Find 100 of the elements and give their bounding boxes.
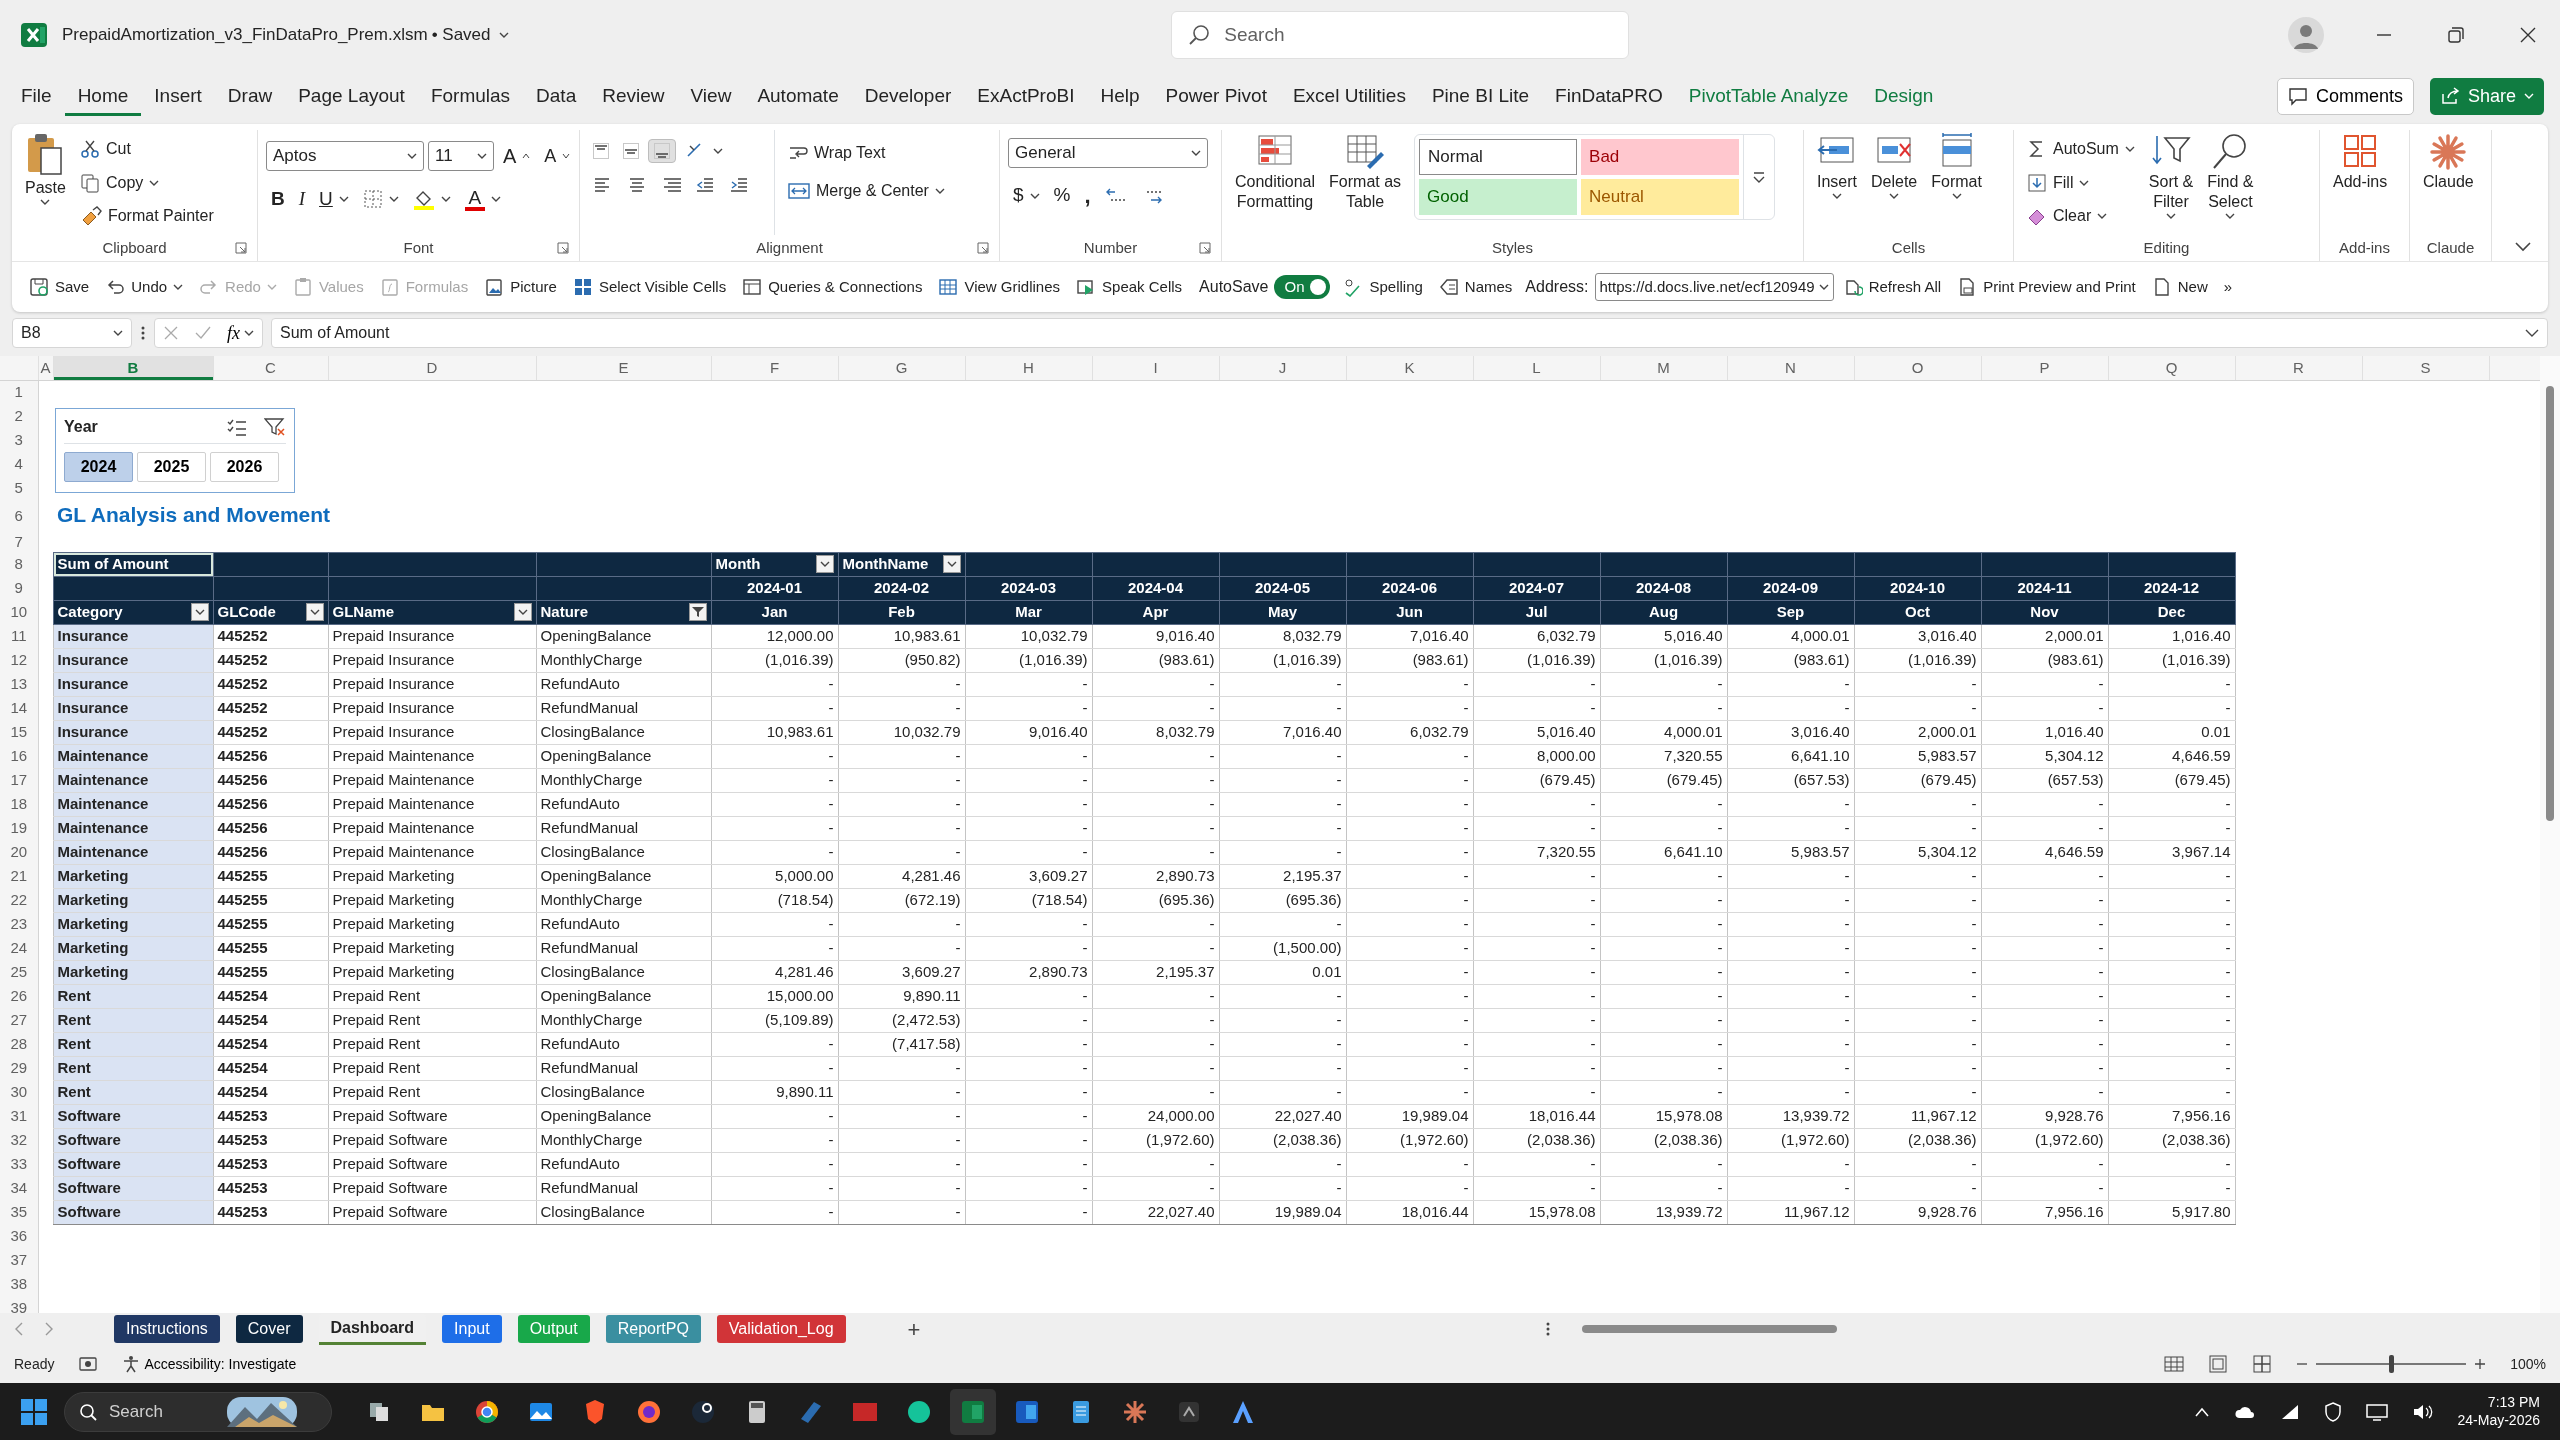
cell-style-button[interactable]: Good <box>1419 179 1578 215</box>
vertical-scrollbar[interactable] <box>2540 356 2560 1313</box>
comments-button[interactable]: Comments <box>2276 77 2414 115</box>
toolbar-button[interactable]: Save <box>22 271 97 303</box>
dropdown-button[interactable] <box>513 603 532 621</box>
row-header[interactable]: 26 <box>0 984 38 1008</box>
merge-center-button[interactable]: Merge & Center <box>783 176 950 206</box>
display-icon[interactable] <box>2365 1402 2388 1421</box>
row-header[interactable]: 11 <box>0 624 38 648</box>
column-header[interactable]: K <box>1346 356 1473 380</box>
row-header[interactable]: 17 <box>0 768 38 792</box>
toolbar-button[interactable]: Names <box>1431 271 1520 303</box>
autosum-button[interactable]: AutoSum <box>2022 134 2140 164</box>
row-header[interactable]: 3 <box>0 428 38 452</box>
grow-font-button[interactable]: A <box>498 138 536 174</box>
menu-tab[interactable]: Draw <box>214 75 286 117</box>
scrollbar-thumb[interactable] <box>1582 1325 1837 1333</box>
menu-tab[interactable]: Insert <box>141 75 215 117</box>
dialog-launcher-icon[interactable] <box>1199 242 1211 254</box>
row-header[interactable]: 20 <box>0 840 38 864</box>
row-header[interactable]: 23 <box>0 912 38 936</box>
delete-button[interactable]: Delete <box>1866 130 1923 235</box>
menu-tab[interactable]: Automate <box>744 75 852 117</box>
underline-button[interactable]: U <box>314 182 354 217</box>
row-header[interactable]: 9 <box>0 576 38 600</box>
menu-tab[interactable]: View <box>677 75 745 117</box>
row-header[interactable]: 18 <box>0 792 38 816</box>
toolbar-button[interactable]: Spelling <box>1336 271 1430 303</box>
row-header[interactable]: 2 <box>0 404 38 428</box>
column-header[interactable]: L <box>1473 356 1600 380</box>
menu-tab[interactable]: Power Pivot <box>1152 75 1280 117</box>
cell-style-button[interactable]: Normal <box>1419 139 1578 175</box>
cell-style-button[interactable]: Neutral <box>1581 179 1740 215</box>
slicer-item[interactable]: 2026 <box>210 452 279 482</box>
column-header[interactable]: R <box>2235 356 2362 380</box>
start-icon[interactable] <box>20 1397 48 1426</box>
row-header[interactable]: 30 <box>0 1080 38 1104</box>
menu-tab[interactable]: Review <box>589 75 678 117</box>
toolbar-button[interactable]: View Gridlines <box>931 271 1068 303</box>
expand-icon[interactable] <box>2525 328 2539 338</box>
table-cell[interactable]: Sum of Amount <box>53 552 213 576</box>
shrink-font-button[interactable]: A <box>539 139 576 173</box>
dropdown-button[interactable] <box>305 603 324 621</box>
row-header[interactable]: 36 <box>0 1224 38 1248</box>
menu-tab[interactable]: Home <box>64 75 142 117</box>
menu-tab[interactable]: FinDataPRO <box>1542 75 1676 117</box>
column-header[interactable]: S <box>2362 356 2489 380</box>
paste-button[interactable]: Paste <box>20 130 71 235</box>
toolbar-overflow-button[interactable]: » <box>2216 271 2240 303</box>
toolbar-button[interactable]: New <box>2144 271 2215 303</box>
row-header[interactable]: 29 <box>0 1056 38 1080</box>
taskbar-search-input[interactable]: Search <box>107 1393 217 1430</box>
dialog-launcher-icon[interactable] <box>977 242 989 254</box>
row-header[interactable]: 22 <box>0 888 38 912</box>
macro-record-icon[interactable] <box>78 1355 99 1373</box>
row-header[interactable]: 38 <box>0 1272 38 1296</box>
speaker-icon[interactable] <box>2411 1402 2434 1421</box>
dialog-launcher-icon[interactable] <box>235 242 247 254</box>
zoom-slider-thumb[interactable] <box>2389 1355 2395 1373</box>
row-header[interactable]: 16 <box>0 744 38 768</box>
column-header[interactable]: I <box>1092 356 1219 380</box>
dropdown-button[interactable] <box>815 555 834 573</box>
sheet-tab[interactable]: Validation_Log <box>716 1315 846 1343</box>
column-header[interactable]: C <box>213 356 328 380</box>
clear-button[interactable]: Clear <box>2022 201 2140 231</box>
row-header[interactable]: 32 <box>0 1128 38 1152</box>
dropdown-button[interactable] <box>190 603 209 621</box>
row-header[interactable]: 13 <box>0 672 38 696</box>
toolbar-button[interactable]: Select Visible Cells <box>565 271 734 303</box>
menu-tab[interactable]: File <box>8 75 65 117</box>
row-header[interactable]: 25 <box>0 960 38 984</box>
shield-icon[interactable] <box>2323 1401 2342 1422</box>
chevron-up-icon[interactable] <box>2193 1405 2210 1418</box>
row-header[interactable]: 28 <box>0 1032 38 1056</box>
format-button[interactable]: Format <box>1926 130 1987 235</box>
dialog-launcher-icon[interactable] <box>557 242 569 254</box>
number-format-field[interactable]: General <box>1008 138 1208 168</box>
bold-button[interactable]: B <box>266 182 290 217</box>
save-status-button[interactable]: • Saved <box>427 20 513 50</box>
insert-button[interactable]: Insert <box>1812 130 1862 235</box>
search-box[interactable]: Search <box>1171 11 1630 59</box>
autosave-toggle[interactable]: On <box>1274 275 1331 299</box>
menu-tab[interactable]: Pine BI Lite <box>1418 75 1543 117</box>
format-painter-button[interactable]: Format Painter <box>74 201 219 231</box>
column-header[interactable]: J <box>1219 356 1346 380</box>
row-header[interactable]: 19 <box>0 816 38 840</box>
filter-button[interactable] <box>688 603 707 621</box>
column-header[interactable]: E <box>536 356 711 380</box>
copy-button[interactable]: Copy <box>74 167 219 198</box>
row-header[interactable]: 34 <box>0 1176 38 1200</box>
row-header[interactable]: 10 <box>0 600 38 624</box>
page-break-icon[interactable] <box>2252 1355 2273 1373</box>
cell-style-button[interactable]: Bad <box>1581 139 1740 175</box>
accessibility-button[interactable]: Accessibility: Investigate <box>122 1353 297 1375</box>
sheet-tab[interactable]: Input <box>442 1315 502 1343</box>
taskbar-search-box[interactable]: Search <box>64 1391 332 1432</box>
column-header[interactable]: H <box>965 356 1092 380</box>
row-header[interactable]: 35 <box>0 1200 38 1224</box>
toolbar-button[interactable]: Picture <box>477 271 564 303</box>
row-header[interactable]: 15 <box>0 720 38 744</box>
